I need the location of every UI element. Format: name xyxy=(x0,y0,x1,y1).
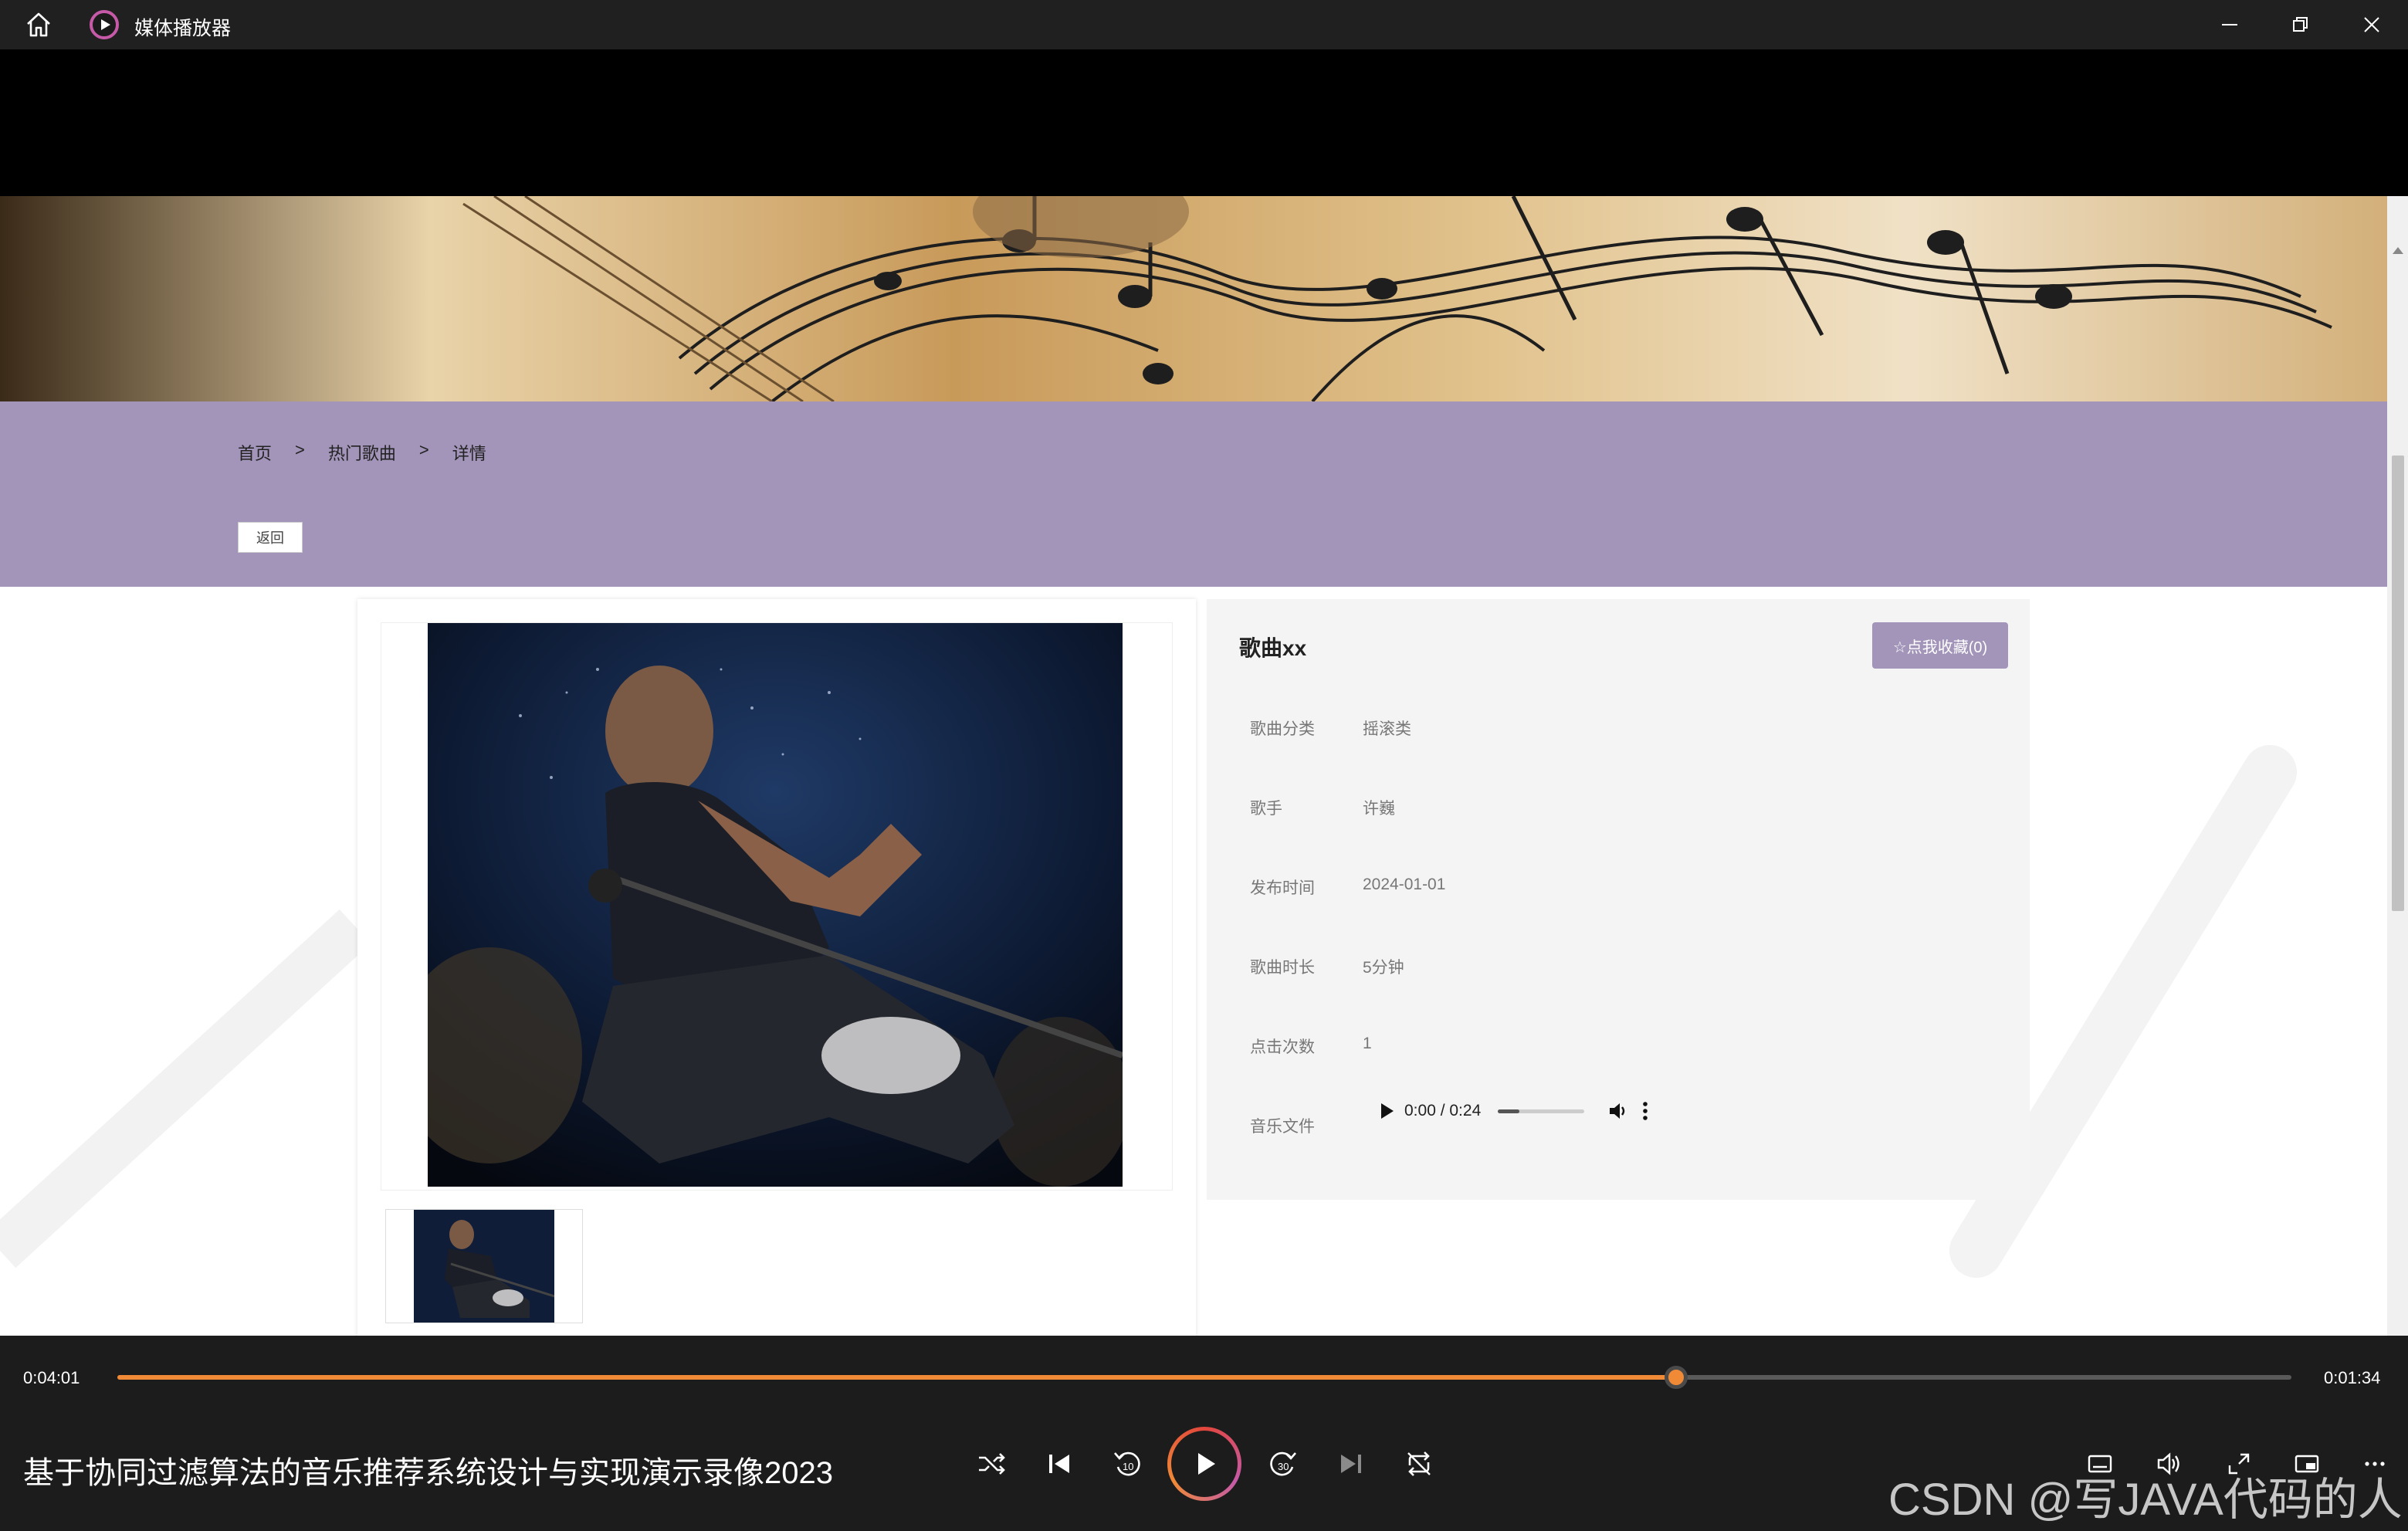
singer-photo xyxy=(428,623,1123,1187)
breadcrumb-current: 详情 xyxy=(452,444,486,463)
forward-30-icon[interactable]: 30 xyxy=(1266,1447,1300,1481)
field-label: 歌曲分类 xyxy=(1250,720,1315,738)
video-viewport: 首页 > 热门歌曲 > 详情 返回 歌曲xx ☆点我收藏(0) 歌曲分类 摇滚类… xyxy=(0,49,2408,1336)
scroll-up-arrow-icon[interactable] xyxy=(2393,247,2403,254)
field-audio-file: 音乐文件 xyxy=(1250,1114,1315,1137)
media-player-logo-icon xyxy=(90,10,119,39)
breadcrumb-separator: > xyxy=(418,440,429,459)
csdn-watermark: CSDN @写JAVA代码的人 xyxy=(1888,1475,2403,1525)
seek-bar[interactable] xyxy=(117,1366,2291,1389)
seek-bar-fill xyxy=(117,1375,1677,1380)
field-label: 音乐文件 xyxy=(1250,1118,1315,1136)
song-info-panel: 歌曲xx ☆点我收藏(0) 歌曲分类 摇滚类 歌手 许巍 发布时间 2024-0… xyxy=(1207,599,2030,1200)
field-value: 摇滚类 xyxy=(1363,720,1411,738)
singer-thumbnail[interactable] xyxy=(414,1210,554,1323)
remaining-time: 0:01:34 xyxy=(2324,1368,2381,1387)
detail-page-body: 歌曲xx ☆点我收藏(0) 歌曲分类 摇滚类 歌手 许巍 发布时间 2024-0… xyxy=(0,587,2387,1336)
field-value: 5分钟 xyxy=(1363,959,1404,977)
song-title: 歌曲xx xyxy=(1239,636,1307,660)
audio-play-icon[interactable] xyxy=(1381,1103,1394,1119)
field-release-date: 发布时间 2024-01-01 xyxy=(1250,876,1445,899)
media-control-bar: 0:04:01 0:01:34 基于协同过滤算法的音乐推荐系统设计与实现演示录像… xyxy=(0,1336,2408,1531)
breadcrumb-band: 首页 > 热门歌曲 > 详情 返回 xyxy=(0,401,2387,587)
page-scrollbar[interactable] xyxy=(2387,196,2408,1336)
audio-player: 0:00 / 0:24 xyxy=(1373,1097,1667,1125)
svg-text:30: 30 xyxy=(1278,1461,1289,1472)
thumbnail-frame[interactable] xyxy=(385,1209,583,1323)
repeat-icon[interactable] xyxy=(1402,1447,1436,1481)
breadcrumb-section-link[interactable]: 热门歌曲 xyxy=(328,440,396,465)
restore-button[interactable] xyxy=(2265,0,2336,49)
rewind-10-icon[interactable]: 10 xyxy=(1110,1447,1144,1481)
field-label: 歌曲时长 xyxy=(1250,959,1315,977)
title-bar: 媒体播放器 xyxy=(0,0,2408,49)
main-image-frame xyxy=(381,622,1173,1191)
field-value: 1 xyxy=(1363,1035,1372,1052)
seek-bar-handle[interactable] xyxy=(1665,1366,1688,1389)
scrollbar-thumb[interactable] xyxy=(2392,456,2404,911)
audio-time: 0:00 / 0:24 xyxy=(1404,1102,1482,1119)
audio-progress-slider[interactable] xyxy=(1498,1109,1585,1113)
shuffle-icon[interactable] xyxy=(974,1447,1008,1481)
breadcrumb-home-link[interactable]: 首页 xyxy=(238,440,272,465)
play-icon[interactable] xyxy=(1171,1431,1238,1497)
close-button[interactable] xyxy=(2336,0,2407,49)
field-click-count: 点击次数 1 xyxy=(1250,1035,1372,1058)
breadcrumb-separator: > xyxy=(295,440,305,459)
field-duration: 歌曲时长 5分钟 xyxy=(1250,955,1404,978)
home-icon[interactable] xyxy=(23,9,54,40)
breadcrumb: 首页 > 热门歌曲 > 详情 xyxy=(238,440,510,465)
minimize-button[interactable] xyxy=(2194,0,2265,49)
field-label: 歌手 xyxy=(1250,800,1282,818)
music-banner-image xyxy=(0,196,2387,401)
media-title: 基于协同过滤算法的音乐推荐系统设计与实现演示录像2023 xyxy=(23,1456,833,1490)
field-label: 点击次数 xyxy=(1250,1038,1315,1056)
audio-progress-fill xyxy=(1498,1109,1520,1113)
svg-text:10: 10 xyxy=(1123,1461,1133,1472)
audio-more-icon[interactable] xyxy=(1641,1100,1649,1122)
previous-icon[interactable] xyxy=(1042,1447,1076,1481)
audio-volume-icon[interactable] xyxy=(1607,1100,1629,1122)
next-icon[interactable] xyxy=(1334,1447,1368,1481)
elapsed-time: 0:04:01 xyxy=(23,1368,80,1387)
back-button[interactable]: 返回 xyxy=(238,522,303,553)
field-singer: 歌手 许巍 xyxy=(1250,796,1395,819)
window-title: 媒体播放器 xyxy=(134,18,232,39)
field-value: 2024-01-01 xyxy=(1363,876,1446,893)
field-value: 许巍 xyxy=(1363,800,1395,818)
play-button[interactable] xyxy=(1167,1427,1241,1501)
favorite-button[interactable]: ☆点我收藏(0) xyxy=(1872,622,2008,669)
field-label: 发布时间 xyxy=(1250,879,1315,897)
field-category: 歌曲分类 摇滚类 xyxy=(1250,716,1411,740)
song-image-card xyxy=(357,599,1196,1336)
